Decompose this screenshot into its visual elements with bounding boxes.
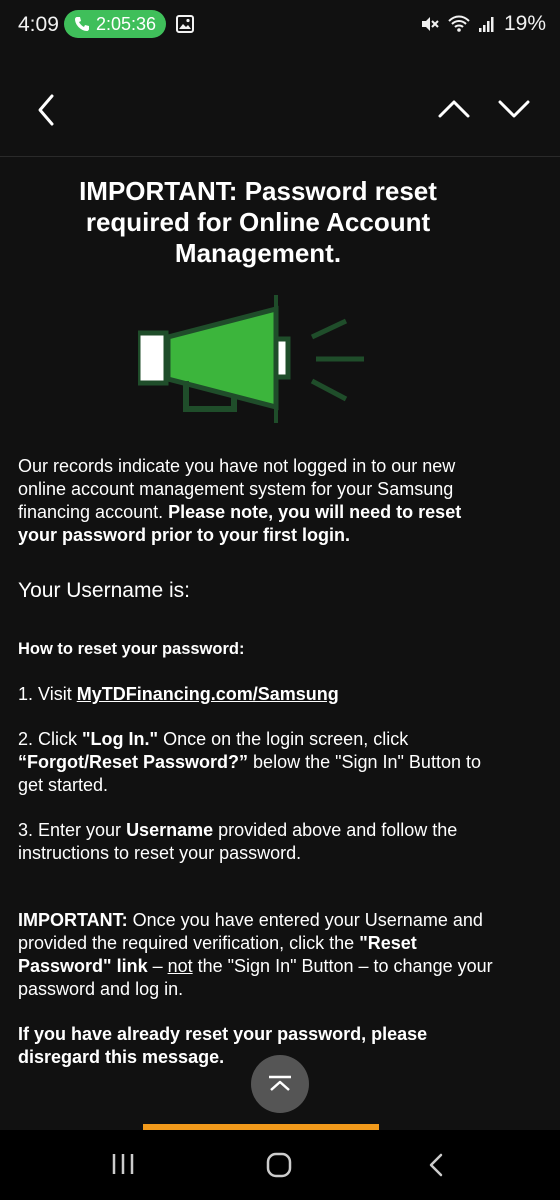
intro-paragraph: Our records indicate you have not logged… [18, 456, 462, 545]
username-label: Your Username is: [18, 579, 190, 602]
recents-icon[interactable] [110, 1152, 136, 1176]
step-1: 1. Visit MyTDFinancing.com/Samsung [18, 684, 339, 704]
mytdfinancing-link[interactable]: MyTDFinancing.com/Samsung [77, 684, 339, 704]
email-title: IMPORTANT: Password reset required for O… [79, 176, 437, 268]
back-icon[interactable] [426, 1152, 446, 1178]
status-bar: 4:09 2:05:36 19% [0, 0, 560, 52]
important-note: IMPORTANT: Once you have entered your Us… [18, 910, 493, 999]
wifi-icon [448, 15, 470, 32]
scroll-up-icon [269, 1075, 291, 1091]
call-indicator[interactable]: 2:05:36 [64, 10, 166, 38]
step-3: 3. Enter your Username provided above an… [18, 820, 458, 863]
disregard-note: If you have already reset your password,… [18, 1024, 428, 1067]
step-2: 2. Click "Log In." Once on the login scr… [18, 729, 481, 795]
howto-heading: How to reset your password: [18, 640, 245, 658]
megaphone-icon [138, 295, 364, 423]
call-duration: 2:05:36 [96, 13, 157, 34]
home-icon[interactable] [266, 1152, 292, 1178]
signal-icon [478, 17, 494, 32]
mute-icon [421, 17, 439, 31]
chevron-up-icon[interactable] [436, 94, 472, 124]
status-time: 4:09 [18, 13, 59, 36]
chevron-left-icon[interactable] [30, 90, 66, 130]
gallery-icon [176, 15, 194, 33]
status-icons: 19% [420, 12, 546, 36]
phone-icon [75, 17, 89, 31]
navigation-bar [0, 1130, 560, 1200]
chevron-down-icon[interactable] [496, 94, 532, 124]
email-header [0, 60, 560, 157]
scroll-to-top-button[interactable] [251, 1055, 309, 1113]
battery-percent: 19% [503, 12, 546, 35]
email-body: IMPORTANT: Password reset required for O… [18, 170, 498, 1069]
